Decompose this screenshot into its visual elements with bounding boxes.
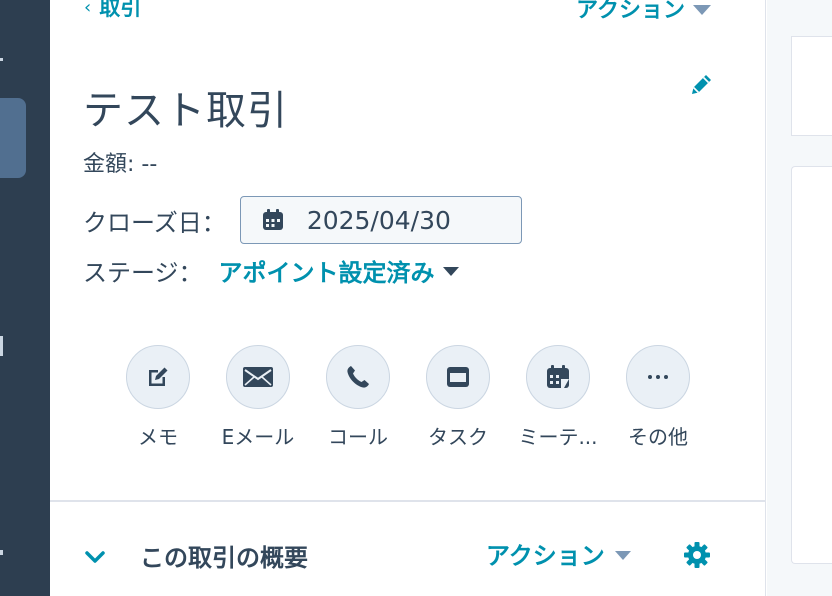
more-action-label: その他 xyxy=(628,425,688,449)
note-action-button[interactable] xyxy=(126,345,190,409)
nav-active-item[interactable] xyxy=(0,98,26,178)
quick-actions-bar: メモ Eメール コール タスク ミーテ... その他 xyxy=(108,345,708,450)
section-divider xyxy=(50,500,766,502)
chevron-down-icon[interactable] xyxy=(84,546,106,568)
meeting-action-label: ミーテ... xyxy=(518,425,598,449)
calendar-icon xyxy=(262,209,283,230)
call-action[interactable]: コール xyxy=(308,345,408,450)
meeting-action[interactable]: ミーテ... xyxy=(508,345,608,450)
task-action-label: タスク xyxy=(428,425,488,449)
task-icon xyxy=(447,367,469,387)
phone-icon xyxy=(347,366,369,388)
right-panel-card xyxy=(791,36,832,136)
more-action-button[interactable] xyxy=(626,345,690,409)
summary-actions-dropdown[interactable]: アクション xyxy=(486,536,631,571)
deal-record-card: ‹ 取引 アクション テスト取引 金額: -- クローズ日： 2025/04/3… xyxy=(50,0,766,596)
back-link-label: 取引 xyxy=(99,0,142,20)
stage-row: ステージ： アポイント設定済み xyxy=(83,250,459,290)
nav-indicator xyxy=(0,550,3,555)
meeting-action-button[interactable] xyxy=(526,345,590,409)
back-to-deals-link[interactable]: ‹ 取引 xyxy=(84,0,141,22)
amount-row: 金額: -- xyxy=(83,146,157,178)
summary-actions-label: アクション xyxy=(486,542,605,570)
task-action[interactable]: タスク xyxy=(408,345,508,450)
meeting-calendar-icon xyxy=(547,365,569,388)
nav-indicator xyxy=(0,58,3,61)
call-action-button[interactable] xyxy=(326,345,390,409)
email-action[interactable]: Eメール xyxy=(208,345,308,450)
pencil-icon xyxy=(692,75,711,94)
right-panel-card xyxy=(791,166,832,564)
actions-dropdown[interactable]: アクション xyxy=(576,0,711,24)
stage-value: アポイント設定済み xyxy=(218,258,435,287)
call-action-label: コール xyxy=(328,425,388,449)
edit-title-button[interactable] xyxy=(686,70,716,100)
note-action[interactable]: メモ xyxy=(108,345,208,450)
close-date-picker[interactable]: 2025/04/30 xyxy=(239,196,522,244)
deal-summary-title[interactable]: この取引の概要 xyxy=(140,538,308,573)
amount-value: -- xyxy=(141,152,158,177)
caret-down-icon xyxy=(693,5,711,15)
close-date-row: クローズ日： 2025/04/30 xyxy=(83,196,522,244)
envelope-icon xyxy=(243,367,273,387)
nav-indicator xyxy=(0,336,3,356)
close-date-value: 2025/04/30 xyxy=(306,205,451,235)
caret-down-icon xyxy=(442,267,459,276)
gear-icon[interactable] xyxy=(682,540,712,570)
email-action-label: Eメール xyxy=(221,425,295,449)
note-action-label: メモ xyxy=(138,425,178,449)
chevron-left-icon: ‹ xyxy=(84,0,92,18)
deal-summary-section-header: この取引の概要 アクション xyxy=(50,530,766,586)
more-icon xyxy=(648,375,668,379)
actions-label: アクション xyxy=(576,0,685,23)
email-action-button[interactable] xyxy=(226,345,290,409)
note-edit-icon xyxy=(149,367,168,386)
task-action-button[interactable] xyxy=(426,345,490,409)
amount-label: 金額: xyxy=(83,152,135,177)
right-panel xyxy=(767,0,832,596)
close-date-label: クローズ日： xyxy=(83,208,226,237)
left-nav-rail xyxy=(0,0,50,596)
more-action[interactable]: その他 xyxy=(608,345,708,450)
deal-title: テスト取引 xyxy=(83,88,288,134)
caret-down-icon xyxy=(614,550,631,560)
stage-label: ステージ： xyxy=(83,258,203,287)
stage-dropdown[interactable]: アポイント設定済み xyxy=(219,253,459,288)
